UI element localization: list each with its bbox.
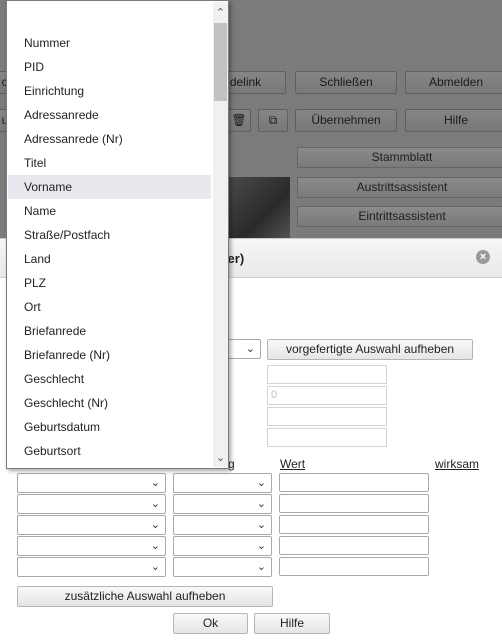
criteria-value-input[interactable] xyxy=(279,494,429,513)
dropdown-option[interactable]: Adressanrede (Nr) xyxy=(8,127,211,151)
close-icon[interactable]: × xyxy=(476,250,490,264)
dropdown-option[interactable]: Titel xyxy=(8,151,211,175)
dropdown-option[interactable]: Nummer xyxy=(8,31,211,55)
dropdown-scroll-thumb[interactable] xyxy=(214,23,227,101)
dropdown-option[interactable]: Geburtsort xyxy=(8,439,211,463)
dropdown-option[interactable]: PLZ xyxy=(8,271,211,295)
chevron-down-icon: ⌄ xyxy=(150,561,160,573)
chevron-down-icon: ⌄ xyxy=(256,498,266,510)
dropdown-option[interactable]: Geburtsdatum xyxy=(8,415,211,439)
preset-select[interactable]: ⌄ xyxy=(228,339,261,359)
dropdown-option[interactable]: Vorname xyxy=(8,175,211,199)
number-field[interactable]: 0 xyxy=(267,386,387,405)
criteria-operator-select[interactable]: ⌄ xyxy=(173,515,272,535)
chevron-down-icon: ⌄ xyxy=(256,477,266,489)
criteria-operator-select[interactable]: ⌄ xyxy=(173,494,272,514)
chevron-down-icon: ⌄ xyxy=(256,540,266,552)
criteria-operator-select[interactable]: ⌄ xyxy=(173,557,272,577)
help-button[interactable]: Hilfe xyxy=(254,613,330,634)
dropdown-option[interactable]: Briefanrede xyxy=(8,319,211,343)
chevron-down-icon: ⌄ xyxy=(150,477,160,489)
criteria-field-select[interactable]: ⌄ xyxy=(17,473,166,493)
chevron-down-icon: ⌄ xyxy=(150,519,160,531)
bg-button-uebernehmen: Übernehmen xyxy=(295,109,397,132)
bg-bar-stammblatt: Stammblatt xyxy=(297,147,502,168)
criteria-operator-select[interactable]: ⌄ xyxy=(173,473,272,493)
criteria-value-input[interactable] xyxy=(279,557,429,576)
copy-icon: ⧉ xyxy=(258,109,288,132)
dropdown-option[interactable]: Einrichtung xyxy=(8,79,211,103)
property-field-3[interactable] xyxy=(267,407,387,426)
dropdown-option[interactable]: Geschlecht xyxy=(8,367,211,391)
property-field-1[interactable] xyxy=(267,365,387,384)
criteria-field-select[interactable]: ⌄ xyxy=(17,557,166,577)
preset-clear-button[interactable]: vorgefertigte Auswahl aufheben xyxy=(267,339,473,360)
bg-button-schliessen: Schließen xyxy=(295,71,397,94)
bg-photo xyxy=(228,177,290,241)
trash-icon: 🗑 xyxy=(227,109,251,132)
chevron-down-icon: ⌄ xyxy=(245,343,255,355)
dropdown-option[interactable] xyxy=(8,7,211,31)
column-head-wirksam: wirksam xyxy=(435,457,479,471)
bg-button-abmelden: Abmelden xyxy=(405,71,502,94)
criteria-field-select[interactable]: ⌄ xyxy=(17,515,166,535)
criteria-field-select[interactable]: ⌄ xyxy=(17,494,166,514)
dropdown-option[interactable]: Geschlecht (Nr) xyxy=(8,391,211,415)
chevron-down-icon: ⌄ xyxy=(150,540,160,552)
ok-button[interactable]: Ok xyxy=(173,613,248,634)
criteria-operator-select[interactable]: ⌄ xyxy=(173,536,272,556)
chevron-up-icon[interactable]: ⌃ xyxy=(213,4,228,22)
dropdown-option[interactable]: Name xyxy=(8,199,211,223)
column-head-wert: Wert xyxy=(280,457,306,471)
criteria-value-input[interactable] xyxy=(279,473,429,492)
extra-clear-button[interactable]: zusätzliche Auswahl aufheben xyxy=(17,586,273,607)
criteria-field-select[interactable]: ⌄ xyxy=(17,536,166,556)
dropdown-option[interactable]: Adressanrede xyxy=(8,103,211,127)
chevron-down-icon: ⌄ xyxy=(150,498,160,510)
bg-bar-eintrittsassistent: Eintrittsassistent xyxy=(297,206,502,227)
column-head-partial: g xyxy=(228,457,235,471)
chevron-down-icon: ⌄ xyxy=(256,561,266,573)
criteria-value-input[interactable] xyxy=(279,515,429,534)
bg-button-hilfe: Hilfe xyxy=(405,109,502,132)
chevron-down-icon: ⌄ xyxy=(256,519,266,531)
criteria-value-input[interactable] xyxy=(279,536,429,555)
property-field-4[interactable] xyxy=(267,428,387,447)
dropdown-option[interactable]: Ort xyxy=(8,295,211,319)
dropdown-option[interactable]: Briefanrede (Nr) xyxy=(8,343,211,367)
dropdown-option[interactable]: Land xyxy=(8,247,211,271)
bg-bar-austrittsassistent: Austrittsassistent xyxy=(297,177,502,198)
dropdown-option[interactable]: Straße/Postfach xyxy=(8,223,211,247)
chevron-down-icon[interactable]: ⌄ xyxy=(213,449,228,467)
dropdown-option[interactable]: PID xyxy=(8,55,211,79)
field-dropdown-list[interactable]: Nummer PID Einrichtung Adressanrede Adressan… xyxy=(6,0,229,469)
